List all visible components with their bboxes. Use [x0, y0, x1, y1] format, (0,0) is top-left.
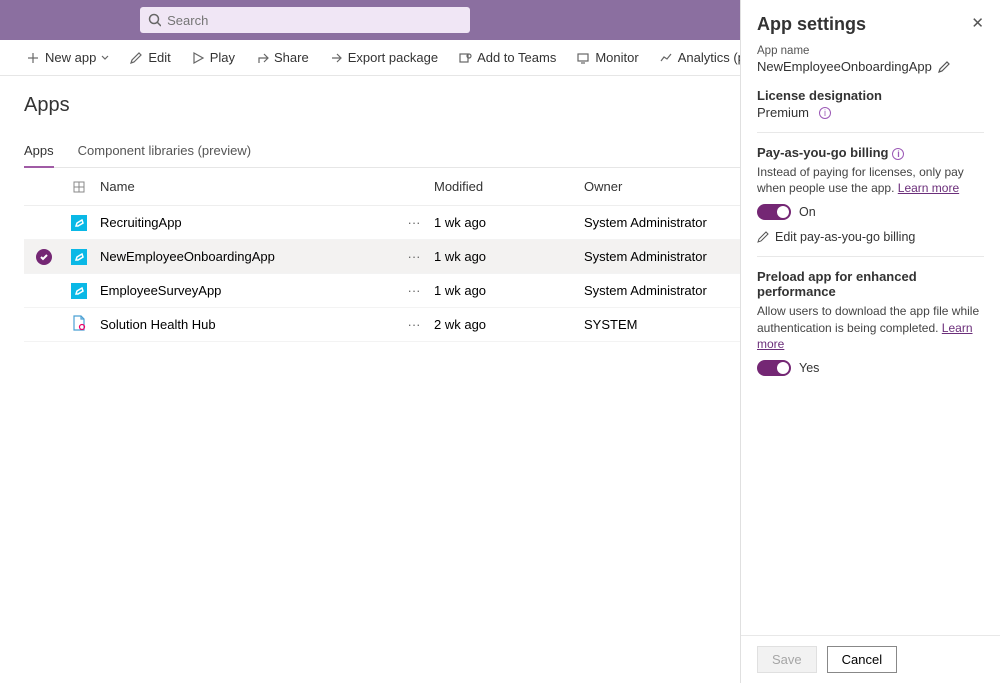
owner-cell: System Administrator	[584, 215, 744, 230]
more-icon[interactable]: ···	[394, 317, 434, 332]
owner-cell: System Administrator	[584, 249, 744, 264]
analytics-icon	[659, 51, 673, 65]
search-icon	[148, 13, 161, 27]
payg-state: On	[799, 205, 816, 219]
preload-toggle[interactable]	[757, 360, 791, 376]
more-icon[interactable]: ···	[394, 249, 434, 264]
modified-cell: 2 wk ago	[434, 317, 584, 332]
owner-cell: System Administrator	[584, 283, 744, 298]
add-teams-button[interactable]: Add to Teams	[450, 46, 564, 69]
pencil-icon	[129, 51, 143, 65]
share-button[interactable]: Share	[247, 46, 317, 69]
info-icon[interactable]: i	[819, 107, 831, 119]
edit-label: Edit	[148, 50, 170, 65]
preload-desc: Allow users to download the app file whi…	[757, 303, 984, 352]
app-icon	[71, 215, 87, 231]
play-label: Play	[210, 50, 235, 65]
preload-state: Yes	[799, 361, 819, 375]
tab-apps[interactable]: Apps	[24, 137, 54, 168]
app-name-cell[interactable]: EmployeeSurveyApp	[94, 283, 394, 298]
teams-label: Add to Teams	[477, 50, 556, 65]
edit-payg-link[interactable]: Edit pay-as-you-go billing	[757, 230, 984, 244]
file-icon	[71, 315, 87, 334]
export-icon	[329, 51, 343, 65]
play-icon	[191, 51, 205, 65]
new-app-button[interactable]: New app	[18, 46, 117, 69]
col-owner[interactable]: Owner	[584, 179, 744, 194]
divider	[757, 132, 984, 133]
export-button[interactable]: Export package	[321, 46, 446, 69]
share-label: Share	[274, 50, 309, 65]
monitor-icon	[576, 51, 590, 65]
col-modified[interactable]: Modified	[434, 179, 584, 194]
monitor-label: Monitor	[595, 50, 638, 65]
license-label: License designation	[757, 88, 984, 103]
close-icon[interactable]: ✕	[971, 14, 984, 32]
app-icon	[71, 249, 87, 265]
payg-desc: Instead of paying for licenses, only pay…	[757, 164, 984, 196]
app-name-value: NewEmployeeOnboardingApp	[757, 59, 932, 74]
save-button: Save	[757, 646, 817, 673]
app-icon	[71, 283, 87, 299]
monitor-button[interactable]: Monitor	[568, 46, 646, 69]
preload-title: Preload app for enhanced performance	[757, 269, 984, 299]
plus-icon	[26, 51, 40, 65]
view-selector-icon[interactable]	[64, 180, 94, 194]
app-settings-panel: App settings ✕ App name NewEmployeeOnboa…	[740, 0, 1000, 683]
payg-toggle[interactable]	[757, 204, 791, 220]
app-name-cell[interactable]: Solution Health Hub	[94, 317, 394, 332]
chevron-down-icon	[101, 54, 109, 62]
checkmark-icon[interactable]	[36, 249, 52, 265]
panel-title: App settings	[757, 14, 866, 35]
app-name-label: App name	[757, 45, 984, 57]
app-name-cell[interactable]: NewEmployeeOnboardingApp	[94, 249, 394, 264]
edit-name-icon[interactable]	[938, 61, 950, 73]
more-icon[interactable]: ···	[394, 215, 434, 230]
share-icon	[255, 51, 269, 65]
teams-icon	[458, 51, 472, 65]
info-icon[interactable]: i	[892, 148, 904, 160]
col-name[interactable]: Name	[94, 179, 394, 194]
app-name-cell[interactable]: RecruitingApp	[94, 215, 394, 230]
payg-title: Pay-as-you-go billingi	[757, 145, 984, 160]
cancel-button[interactable]: Cancel	[827, 646, 897, 673]
tab-component-libraries[interactable]: Component libraries (preview)	[78, 137, 251, 167]
divider	[757, 256, 984, 257]
owner-cell: SYSTEM	[584, 317, 744, 332]
learn-more-link[interactable]: Learn more	[898, 181, 959, 195]
more-icon[interactable]: ···	[394, 283, 434, 298]
modified-cell: 1 wk ago	[434, 283, 584, 298]
license-value: Premium	[757, 105, 809, 120]
pencil-icon	[757, 231, 769, 243]
search-input[interactable]	[167, 13, 462, 28]
new-app-label: New app	[45, 50, 96, 65]
modified-cell: 1 wk ago	[434, 249, 584, 264]
export-label: Export package	[348, 50, 438, 65]
edit-button[interactable]: Edit	[121, 46, 178, 69]
modified-cell: 1 wk ago	[434, 215, 584, 230]
play-button[interactable]: Play	[183, 46, 243, 69]
panel-footer: Save Cancel	[741, 635, 1000, 683]
search-box[interactable]	[140, 7, 470, 33]
